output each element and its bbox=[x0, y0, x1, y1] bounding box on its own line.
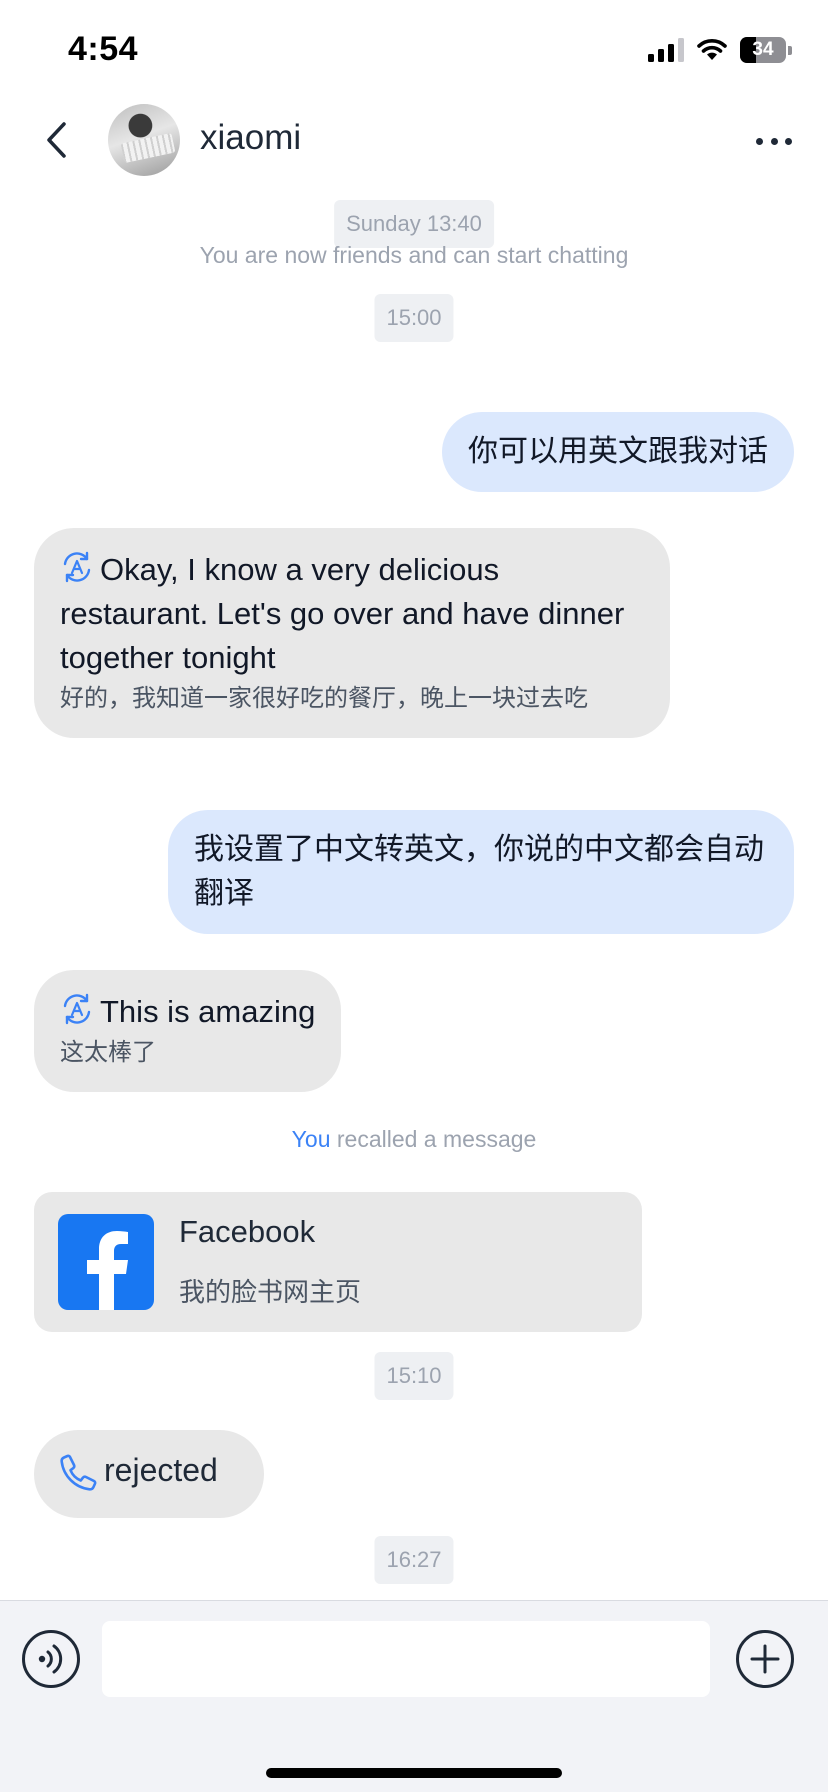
battery-icon: 34 bbox=[740, 37, 792, 63]
card-subtitle: 我的脸书网主页 bbox=[179, 1277, 362, 1307]
back-chevron-icon bbox=[47, 122, 66, 158]
plus-icon bbox=[750, 1644, 780, 1674]
contact-name[interactable]: xiaomi bbox=[200, 118, 301, 158]
message-text: 我设置了中文转英文，你说的中文都会自动翻译 bbox=[194, 833, 764, 910]
outgoing-message[interactable]: 你可以用英文跟我对话 bbox=[442, 412, 794, 492]
incoming-message[interactable]: This is amazing 这太棒了 bbox=[34, 970, 342, 1092]
translated-text: Okay, I know a very delicious restaurant… bbox=[60, 552, 625, 675]
input-bar bbox=[0, 1600, 828, 1792]
more-ellipsis-icon bbox=[756, 137, 763, 145]
message-text: 你可以用英文跟我对话 bbox=[468, 435, 768, 468]
status-icons: 34 bbox=[648, 36, 792, 64]
plus-button[interactable] bbox=[736, 1630, 794, 1688]
original-text: 这太棒了 bbox=[60, 1039, 156, 1066]
cellular-signal-icon bbox=[648, 38, 684, 62]
battery-level: 34 bbox=[752, 39, 774, 60]
timestamp-chip: 15:10 bbox=[374, 1352, 454, 1400]
recall-actor: You bbox=[291, 1126, 331, 1152]
phone-icon bbox=[60, 1454, 97, 1491]
back-button[interactable] bbox=[36, 120, 76, 160]
more-button[interactable] bbox=[756, 126, 792, 156]
friends-notice: You are now friends and can start chatti… bbox=[199, 242, 629, 268]
chat-header: xiaomi bbox=[0, 100, 828, 182]
message-input[interactable] bbox=[102, 1621, 710, 1697]
voice-icon bbox=[38, 1644, 63, 1674]
card-title: Facebook bbox=[179, 1214, 316, 1249]
call-status: rejected bbox=[104, 1452, 218, 1488]
status-time: 4:54 bbox=[68, 30, 139, 68]
timestamp-chip: 15:00 bbox=[374, 294, 454, 342]
recall-text: recalled a message bbox=[336, 1126, 537, 1152]
chat-messages[interactable]: Sunday 13:40 You are now friends and can… bbox=[0, 182, 828, 1600]
timestamp-chip: 16:27 bbox=[374, 1536, 454, 1584]
wifi-icon bbox=[697, 39, 727, 60]
outgoing-message[interactable]: 我设置了中文转英文，你说的中文都会自动翻译 bbox=[168, 810, 794, 934]
voice-button[interactable] bbox=[22, 1630, 80, 1688]
original-text: 好的，我知道一家很好吃的餐厅，晚上一块过去吃 bbox=[60, 685, 588, 712]
home-indicator[interactable] bbox=[266, 1768, 562, 1778]
timestamp-chip: Sunday 13:40 bbox=[334, 200, 494, 248]
status-bar: 4:54 34 bbox=[0, 0, 828, 100]
recall-notice: You recalled a message bbox=[0, 1126, 828, 1153]
translate-icon bbox=[63, 993, 91, 1025]
translated-text: This is amazing bbox=[100, 994, 316, 1029]
translate-icon bbox=[63, 551, 91, 583]
call-record-message[interactable]: rejected bbox=[34, 1430, 264, 1518]
facebook-logo-icon bbox=[58, 1214, 154, 1310]
incoming-message[interactable]: Okay, I know a very delicious restaurant… bbox=[34, 528, 670, 738]
avatar[interactable] bbox=[108, 104, 180, 176]
link-card[interactable]: Facebook 我的脸书网主页 bbox=[34, 1192, 642, 1332]
